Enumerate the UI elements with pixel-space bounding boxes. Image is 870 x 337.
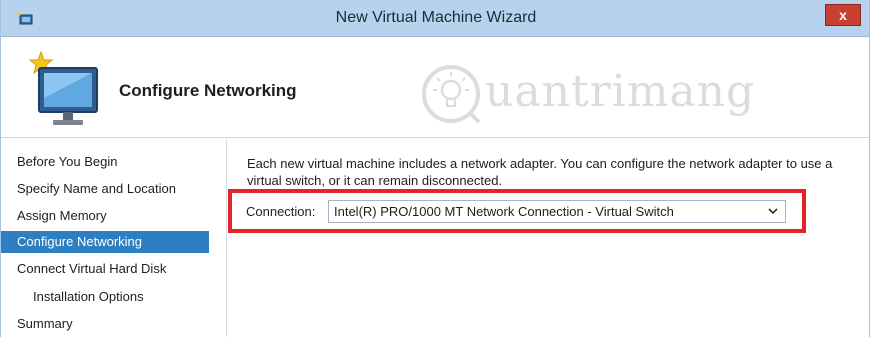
nav-item-before-you-begin[interactable]: Before You Begin: [1, 151, 209, 173]
nav-item-configure-networking[interactable]: Configure Networking: [1, 231, 209, 253]
description-text: Each new virtual machine includes a netw…: [247, 156, 833, 188]
wizard-window: New Virtual Machine Wizard x Configure N…: [0, 0, 870, 337]
nav-item-summary[interactable]: Summary: [1, 313, 209, 335]
title-bar[interactable]: New Virtual Machine Wizard x: [1, 0, 869, 37]
wizard-steps-nav: Before You Begin Specify Name and Locati…: [1, 139, 227, 337]
connection-dropdown[interactable]: Intel(R) PRO/1000 MT Network Connection …: [328, 200, 786, 223]
connection-label: Connection:: [246, 204, 316, 219]
chevron-down-icon[interactable]: [767, 205, 779, 217]
lightbulb-logo-icon: [422, 65, 481, 124]
nav-item-specify-name[interactable]: Specify Name and Location: [1, 178, 209, 200]
close-button[interactable]: x: [825, 4, 861, 26]
content-pane: Each new virtual machine includes a netw…: [228, 139, 869, 337]
page-header: Configure Networking uantrimang: [1, 38, 869, 138]
watermark: uantrimang: [419, 60, 754, 128]
nav-item-assign-memory[interactable]: Assign Memory: [1, 205, 209, 227]
nav-item-connect-vhd[interactable]: Connect Virtual Hard Disk: [1, 258, 209, 280]
window-title: New Virtual Machine Wizard: [335, 9, 537, 26]
nav-item-installation-options[interactable]: Installation Options: [1, 286, 209, 308]
connection-value: Intel(R) PRO/1000 MT Network Connection …: [334, 204, 674, 219]
watermark-text: uantrimang: [485, 66, 756, 117]
page-title: Configure Networking: [119, 81, 297, 100]
new-vm-monitor-icon: [28, 50, 98, 125]
